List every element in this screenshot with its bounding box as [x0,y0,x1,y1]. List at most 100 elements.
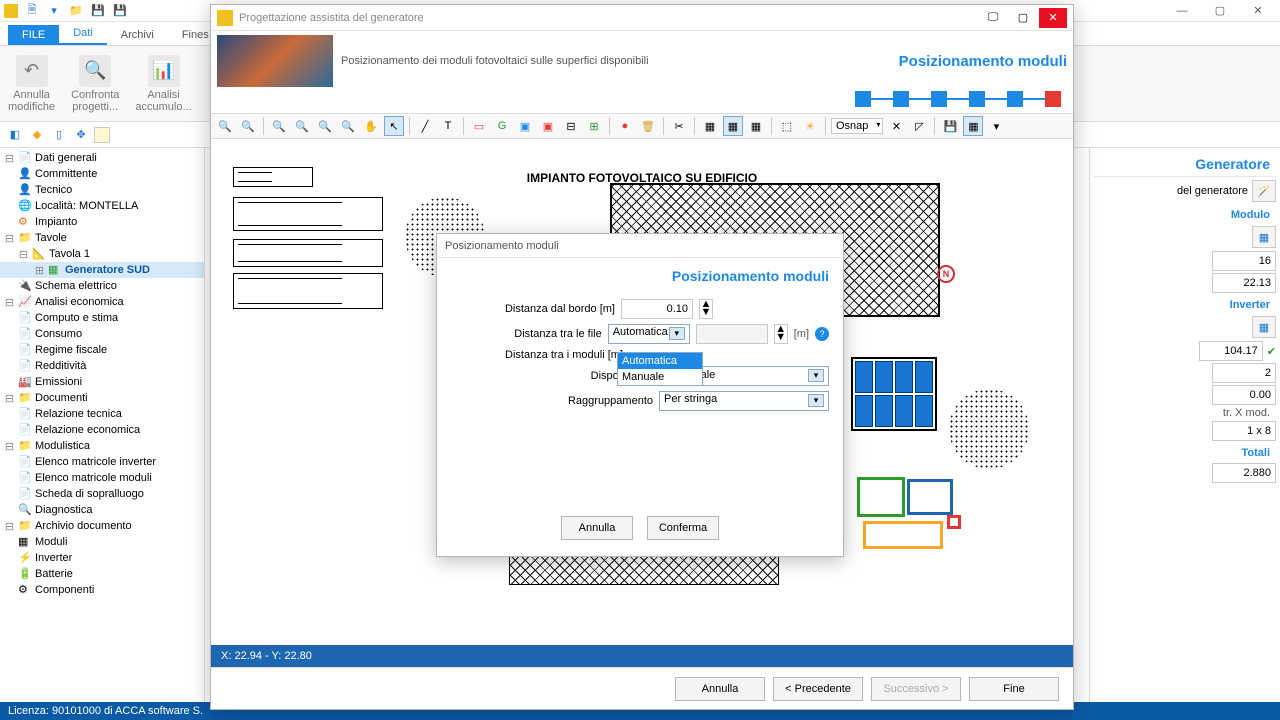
saveall-icon[interactable]: 💾 [112,3,128,19]
minus-icon[interactable]: ⊟ [561,116,581,136]
inverter-grid-button[interactable]: ▦ [1252,316,1276,338]
grid3-icon[interactable]: ▦ [746,116,766,136]
inverter-val3[interactable] [1212,385,1276,405]
tree-scheda[interactable]: 📄Scheda di sopralluogo [0,486,204,502]
page-icon[interactable]: ▯ [50,126,68,144]
save-icon[interactable]: 💾 [90,3,106,19]
dialog-maximize-icon[interactable]: ▢ [1009,8,1037,28]
raggruppamento-combo[interactable]: Per stringa [659,391,829,411]
dropdown-opt-automatica[interactable]: Automatica [618,353,702,369]
flag-icon[interactable]: ● [615,116,635,136]
tree-rel-tecnica[interactable]: 📄Relazione tecnica [0,406,204,422]
tree-archivio[interactable]: ⊟📁Archivio documento [0,518,204,534]
tree-moduli[interactable]: ▦Moduli [0,534,204,550]
pan-icon[interactable]: ✋ [361,116,381,136]
tree-analisi[interactable]: ⊟📈Analisi economica [0,294,204,310]
diamond-icon[interactable]: ◆ [28,126,46,144]
new-icon[interactable]: 🗎 [24,3,40,19]
redbox-icon[interactable]: ▣ [538,116,558,136]
tree-regime[interactable]: 📄Regime fiscale [0,342,204,358]
osnap-combo[interactable]: Osnap [831,118,883,134]
zoomcenter-icon[interactable]: 🔍 [338,116,358,136]
modulo-val2[interactable] [1212,273,1276,293]
tree-localita[interactable]: 🌐Località: MONTELLA [0,198,204,214]
distanza-file-combo[interactable]: Automatica [608,324,690,344]
snap2-icon[interactable]: ◸ [909,116,929,136]
maximize-icon[interactable]: ▢ [1202,1,1238,21]
move-icon[interactable]: ✥ [72,126,90,144]
sun-icon[interactable]: ☀ [800,116,820,136]
cube-icon[interactable]: ◧ [6,126,24,144]
tree-modulistica[interactable]: ⊟📁Modulistica [0,438,204,454]
folder-icon[interactable]: 📁 [68,3,84,19]
tab-dati[interactable]: Dati [59,23,107,45]
snap1-icon[interactable]: ✕ [886,116,906,136]
zoomprev-icon[interactable]: 🔍 [315,116,335,136]
text-icon[interactable]: T [438,116,458,136]
disk-icon[interactable]: 💾 [940,116,960,136]
sub-annulla-button[interactable]: Annulla [561,516,633,540]
tab-file[interactable]: FILE [8,25,59,45]
dropdown-opt-manuale[interactable]: Manuale [618,369,702,385]
tree-inverter[interactable]: ⚡Inverter [0,550,204,566]
more-icon[interactable]: ▾ [986,116,1006,136]
wizard-precedente-button[interactable]: < Precedente [773,677,863,701]
tree-dati-generali[interactable]: ⊟📄Dati generali [0,150,204,166]
wizard-annulla-button[interactable]: Annulla [675,677,765,701]
distanza-bordo-spinner[interactable]: ▲▼ [699,299,713,319]
tree-rel-economica[interactable]: 📄Relazione economica [0,422,204,438]
tree-tavole[interactable]: ⊟📁Tavole [0,230,204,246]
tree-diagnostica[interactable]: 🔍Diagnostica [0,502,204,518]
tree-schema[interactable]: 🔌Schema elettrico [0,278,204,294]
tree-batterie[interactable]: 🔋Batterie [0,566,204,582]
tab-archivi[interactable]: Archivi [107,25,168,45]
zoomin-icon[interactable]: 🔍 [215,116,235,136]
distanza-bordo-input[interactable] [621,299,693,319]
gbox-icon[interactable]: G [492,116,512,136]
gridsnap-icon[interactable]: ▦ [963,116,983,136]
wizard-button[interactable]: 🪄 [1252,180,1276,202]
box-icon[interactable]: ▭ [469,116,489,136]
help-icon[interactable]: ? [815,327,829,341]
pointer-icon[interactable]: ↖ [384,116,404,136]
cut-icon[interactable]: ✂ [669,116,689,136]
ribbon-annulla[interactable]: ↶Annulla modifiche [8,50,55,117]
line-icon[interactable]: ╱ [415,116,435,136]
bluebox-icon[interactable]: ▣ [515,116,535,136]
inverter-val1[interactable] [1199,341,1263,361]
tree-emissioni[interactable]: 🏭Emissioni [0,374,204,390]
open-icon[interactable]: ▾ [46,3,62,19]
grid1-icon[interactable]: ▦ [700,116,720,136]
plusbox-icon[interactable]: ⊞ [584,116,604,136]
tree-componenti[interactable]: ⚙Componenti [0,582,204,598]
tree-redditivita[interactable]: 📄Redditività [0,358,204,374]
box3d-icon[interactable]: ⬚ [777,116,797,136]
modulo-grid-button[interactable]: ▦ [1252,226,1276,248]
grid2-icon[interactable]: ▦ [723,116,743,136]
sub-conferma-button[interactable]: Conferma [647,516,719,540]
tree-elenco-moduli[interactable]: 📄Elenco matricole moduli [0,470,204,486]
tree-consumo[interactable]: 📄Consumo [0,326,204,342]
trash-icon[interactable]: 🗑 [638,116,658,136]
tree-documenti[interactable]: ⊟📁Documenti [0,390,204,406]
navigation-tree[interactable]: ⊟📄Dati generali 👤Committente 👤Tecnico 🌐L… [0,148,205,702]
tree-generatore-sud[interactable]: ⊞▦Generatore SUD [0,262,204,278]
square-icon[interactable] [94,127,110,143]
dialog-screen-icon[interactable]: 🖵 [979,8,1007,28]
zoomfit-icon[interactable]: 🔍 [292,116,312,136]
tree-computo[interactable]: 📄Computo e stima [0,310,204,326]
zoomout-icon[interactable]: 🔍 [238,116,258,136]
tree-committente[interactable]: 👤Committente [0,166,204,182]
str-val[interactable] [1212,421,1276,441]
tree-impianto[interactable]: ⚙Impianto [0,214,204,230]
totali-val[interactable] [1212,463,1276,483]
tree-tavola1[interactable]: ⊟📐Tavola 1 [0,246,204,262]
tree-tecnico[interactable]: 👤Tecnico [0,182,204,198]
zoomwin-icon[interactable]: 🔍 [269,116,289,136]
drawing-canvas[interactable]: IMPIANTO FOTOVOLTAICO SU EDIFICIO N Posi… [211,139,1073,645]
wizard-fine-button[interactable]: Fine [969,677,1059,701]
tree-elenco-inverter[interactable]: 📄Elenco matricole inverter [0,454,204,470]
distanza-file-dropdown[interactable]: Automatica Manuale [617,352,703,386]
ribbon-confronta[interactable]: 🔍Confronta progetti... [71,50,119,117]
minimize-icon[interactable]: — [1164,1,1200,21]
